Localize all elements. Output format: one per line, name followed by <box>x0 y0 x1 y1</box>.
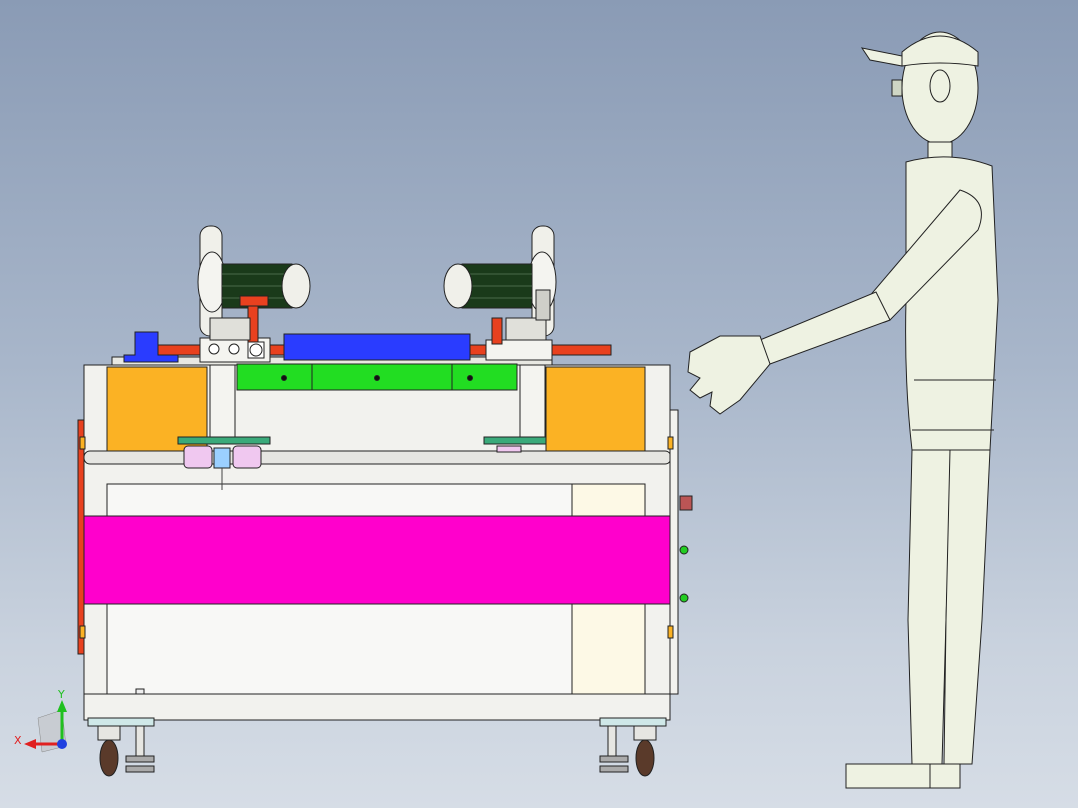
mannequin-forearm <box>759 291 891 365</box>
post-right <box>519 361 546 443</box>
indicator-light <box>679 593 689 603</box>
rail-hole <box>467 375 473 381</box>
frame-upper-opening <box>106 483 573 517</box>
axis-triad-icon: X Y <box>14 688 67 753</box>
rail-hole <box>374 375 380 381</box>
caster-mount-right <box>599 717 667 727</box>
axis-y-label: Y <box>57 688 65 701</box>
indicator-light <box>679 545 689 555</box>
bearing <box>496 445 522 453</box>
orange-panel-right <box>545 366 646 453</box>
blue-block <box>283 333 471 361</box>
guide-bar <box>83 450 672 465</box>
frame-lower-opening <box>106 603 573 695</box>
carriage-plate-left <box>177 436 271 445</box>
bearing <box>232 445 262 469</box>
motor-right <box>443 225 557 345</box>
mannequin-cap <box>901 35 979 67</box>
side-plate-right <box>669 409 679 695</box>
caster-left <box>97 725 155 777</box>
magenta-panel <box>83 515 671 605</box>
caster-mount-left <box>87 717 155 727</box>
side-plate-left <box>77 419 85 655</box>
motor-left <box>197 225 311 343</box>
mannequin-hand <box>687 335 771 415</box>
cad-scene: X Y <box>14 31 999 789</box>
rail-hole <box>281 375 287 381</box>
cad-viewport[interactable]: X Y <box>0 0 1078 808</box>
mannequin-leg-right <box>943 449 991 765</box>
frame-base <box>83 693 671 721</box>
machine-assembly <box>77 225 693 777</box>
bearing <box>183 445 213 469</box>
post-left <box>209 361 236 443</box>
human-mannequin <box>687 31 999 789</box>
axis-x-label: X <box>14 734 22 747</box>
caster-right <box>599 725 657 777</box>
carriage-plate-right <box>483 436 547 445</box>
control-knob <box>679 495 693 511</box>
